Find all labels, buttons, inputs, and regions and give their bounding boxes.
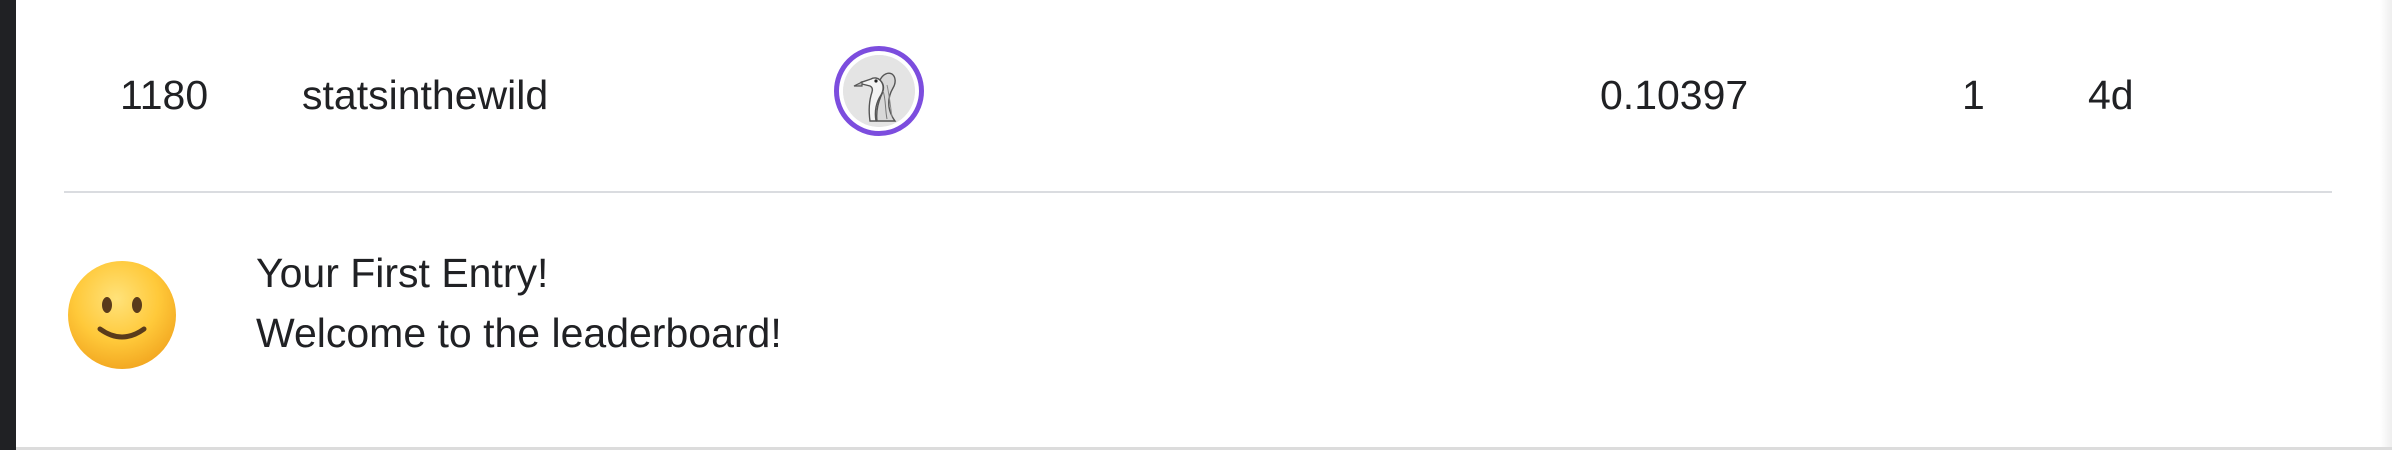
team-name[interactable]: statsinthewild — [302, 0, 548, 190]
rank-cell: 1180 — [120, 71, 209, 118]
team-avatar[interactable] — [834, 46, 924, 136]
left-rail — [0, 0, 16, 450]
goose-avatar-icon — [843, 55, 915, 127]
entries-cell: 1 — [1962, 71, 1985, 118]
leaderboard-page: 1180 statsinthewild 0.10397 1 4d Your Fi… — [0, 0, 2392, 450]
last-submission-cell: 4d — [2088, 71, 2134, 118]
panel-right-edge — [2380, 0, 2392, 450]
banner-text: Your First Entry! Welcome to the leaderb… — [256, 243, 782, 363]
first-entry-banner: Your First Entry! Welcome to the leaderb… — [16, 193, 2376, 447]
banner-message: Welcome to the leaderboard! — [256, 310, 782, 356]
score-cell: 0.10397 — [1600, 71, 1749, 118]
leaderboard-row[interactable]: 1180 statsinthewild 0.10397 1 4d — [16, 0, 2376, 190]
banner-title: Your First Entry! — [256, 250, 549, 296]
slightly-smiling-face-icon — [66, 259, 178, 371]
